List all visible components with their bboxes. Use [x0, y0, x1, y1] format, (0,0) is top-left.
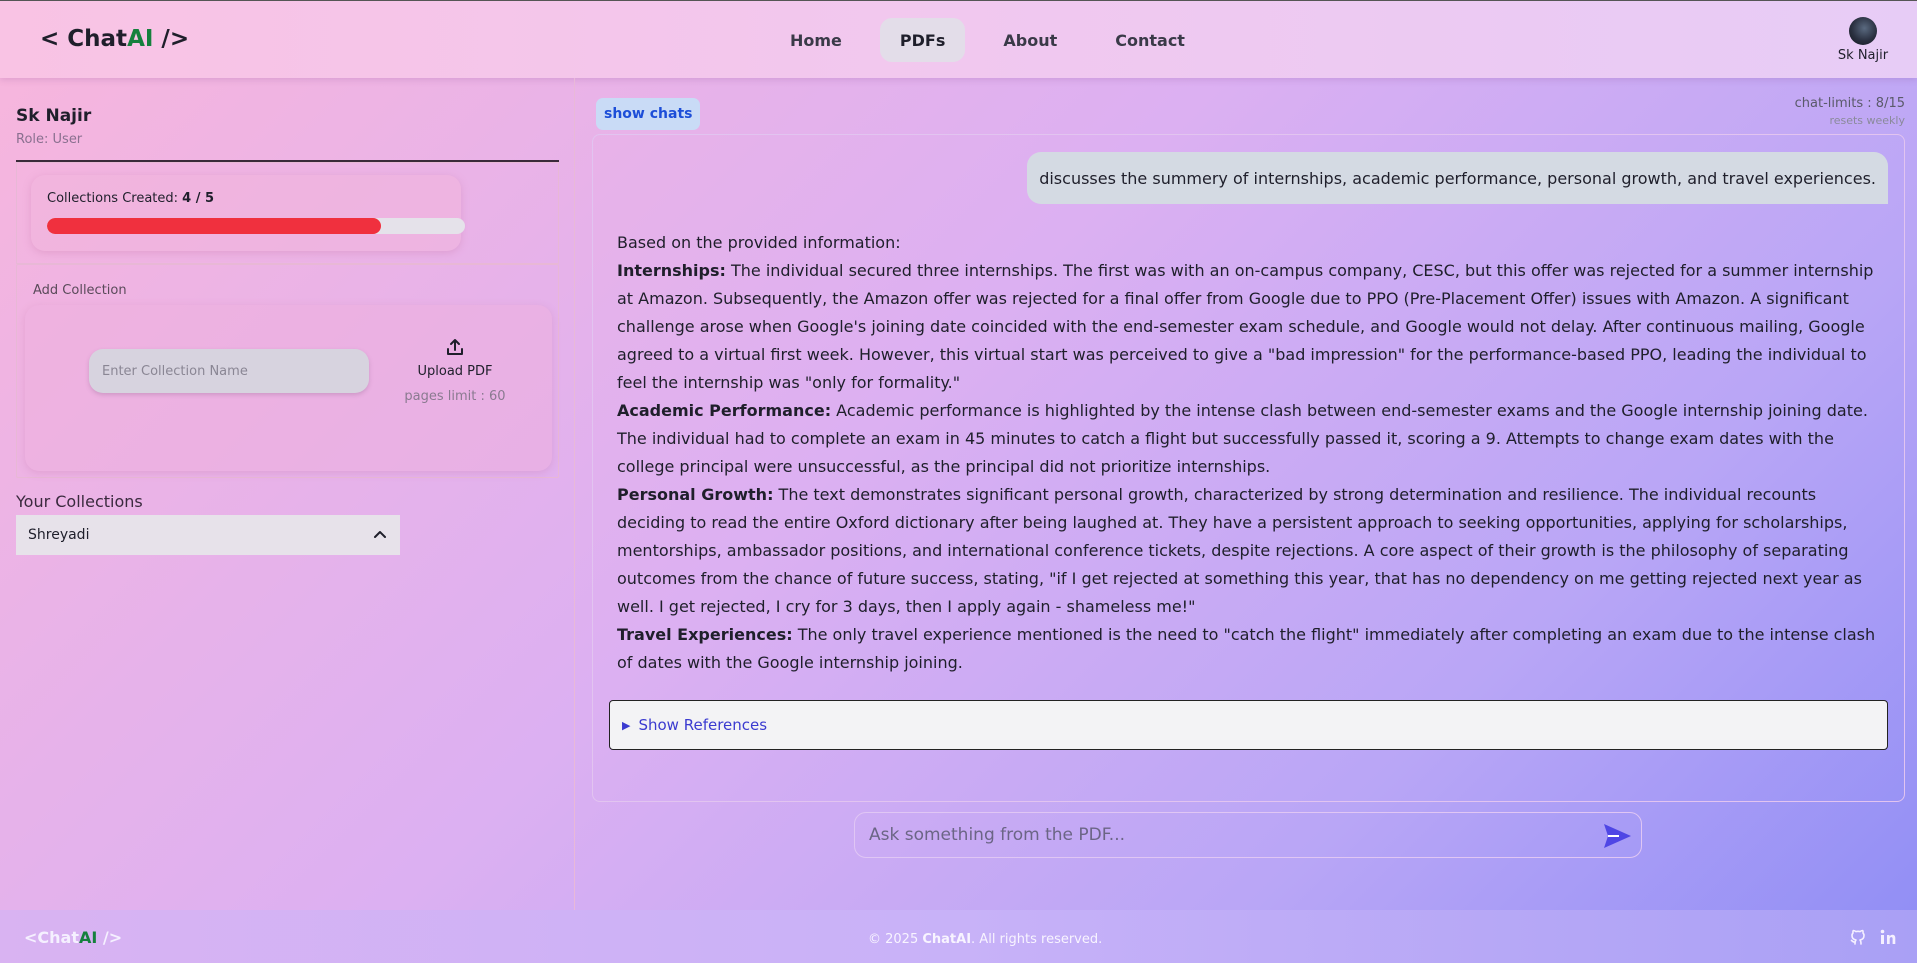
answer-section: Personal Growth: The text demonstrates s… — [617, 481, 1882, 621]
answer-heading: Academic Performance: — [617, 401, 832, 420]
chat-panel: discusses the summery of internships, ac… — [592, 134, 1905, 802]
send-icon[interactable] — [1601, 821, 1633, 851]
collections-created-label: Collections Created: 4 / 5 — [47, 191, 214, 206]
upload-pdf-button[interactable]: Upload PDF pages limit : 60 — [395, 337, 515, 404]
copyright: © 2025 ChatAI. All rights reserved. — [868, 932, 1102, 947]
collections-progress-fill — [47, 218, 382, 234]
user-message: discusses the summery of internships, ac… — [1027, 152, 1888, 204]
answer-heading: Travel Experiences: — [617, 625, 793, 644]
footer-logo-suffix: /> — [97, 928, 123, 947]
answer-text: The only travel experience mentioned is … — [617, 625, 1876, 672]
ask-box — [854, 812, 1642, 858]
sidebar-user-role: Role: User — [16, 132, 83, 147]
collections-summary: Collections Created: 4 / 5 — [16, 162, 559, 264]
profile-menu[interactable]: Sk Najir — [1833, 17, 1893, 63]
answer-section: Travel Experiences: The only travel expe… — [617, 621, 1882, 677]
collections-count: 4 / 5 — [182, 191, 215, 206]
collection-select[interactable]: Shreyadi — [16, 515, 400, 555]
upload-icon — [447, 339, 463, 355]
logo[interactable]: < ChatAI /> — [40, 26, 189, 52]
collection-name-input[interactable] — [89, 349, 369, 393]
show-references-toggle[interactable]: ▶ Show References — [609, 700, 1888, 750]
answer-heading: Internships: — [617, 261, 726, 280]
logo-prefix: < Chat — [40, 26, 128, 52]
linkedin-icon[interactable] — [1879, 928, 1897, 946]
chat-limits-text: chat-limits : 8/15 — [1794, 96, 1905, 111]
copyright-brand: ChatAI — [922, 932, 972, 947]
copyright-suffix: . All rights reserved. — [971, 932, 1103, 947]
sidebar-user-name: Sk Najir — [16, 106, 92, 126]
your-collections-heading: Your Collections — [16, 492, 143, 511]
footer-logo[interactable]: <ChatAI /> — [24, 928, 122, 947]
answer-section: Academic Performance: Academic performan… — [617, 397, 1882, 481]
show-chats-button[interactable]: show chats — [596, 98, 701, 130]
answer-heading: Personal Growth: — [617, 485, 774, 504]
nav-contact[interactable]: Contact — [1095, 18, 1205, 62]
disclosure-triangle-icon: ▶ — [622, 718, 631, 732]
answer-text: The individual secured three internships… — [617, 261, 1874, 392]
github-icon[interactable] — [1849, 928, 1867, 946]
chevron-up-icon — [374, 531, 386, 538]
answer-section: Internships: The individual secured thre… — [617, 257, 1882, 397]
main-nav: Home PDFs About Contact — [770, 18, 1223, 62]
logo-ai: AI — [127, 26, 154, 52]
logo-suffix: /> — [153, 26, 190, 52]
add-collection-card: Upload PDF pages limit : 60 — [25, 305, 552, 471]
footer: <ChatAI /> © 2025 ChatAI. All rights res… — [0, 910, 1917, 963]
nav-about[interactable]: About — [983, 18, 1077, 62]
sidebar: Sk Najir Role: User Collections Created:… — [0, 78, 575, 910]
collection-select-value: Shreyadi — [28, 527, 90, 543]
add-collection-panel: Add Collection Upload PDF pages limit : … — [16, 264, 559, 478]
nav-pdfs[interactable]: PDFs — [879, 18, 966, 62]
footer-logo-ai: AI — [78, 928, 98, 947]
ask-input[interactable] — [869, 813, 1569, 857]
chat-area: show chats chat-limits : 8/15 resets wee… — [576, 78, 1917, 910]
assistant-message: Based on the provided information: Inter… — [617, 229, 1882, 677]
answer-intro: Based on the provided information: — [617, 233, 901, 252]
add-collection-title: Add Collection — [33, 283, 127, 298]
collections-card: Collections Created: 4 / 5 — [31, 175, 465, 251]
show-references-label: Show References — [638, 716, 768, 734]
social-links — [1849, 928, 1897, 946]
profile-name: Sk Najir — [1837, 48, 1889, 63]
collections-created-text: Collections Created: — [47, 191, 183, 206]
pages-limit: pages limit : 60 — [404, 389, 506, 404]
answer-text: The text demonstrates significant person… — [617, 485, 1862, 616]
top-navbar: < ChatAI /> Home PDFs About Contact Sk N… — [0, 0, 1917, 78]
copyright-prefix: © 2025 — [868, 932, 923, 947]
avatar[interactable] — [1849, 17, 1877, 45]
chat-limits: chat-limits : 8/15 resets weekly — [1795, 96, 1905, 127]
nav-home[interactable]: Home — [770, 18, 862, 62]
chat-limits-reset: resets weekly — [1829, 114, 1905, 127]
upload-pdf-label: Upload PDF — [417, 364, 493, 379]
footer-logo-prefix: <Chat — [24, 928, 79, 947]
collections-progress-bar — [47, 218, 465, 234]
